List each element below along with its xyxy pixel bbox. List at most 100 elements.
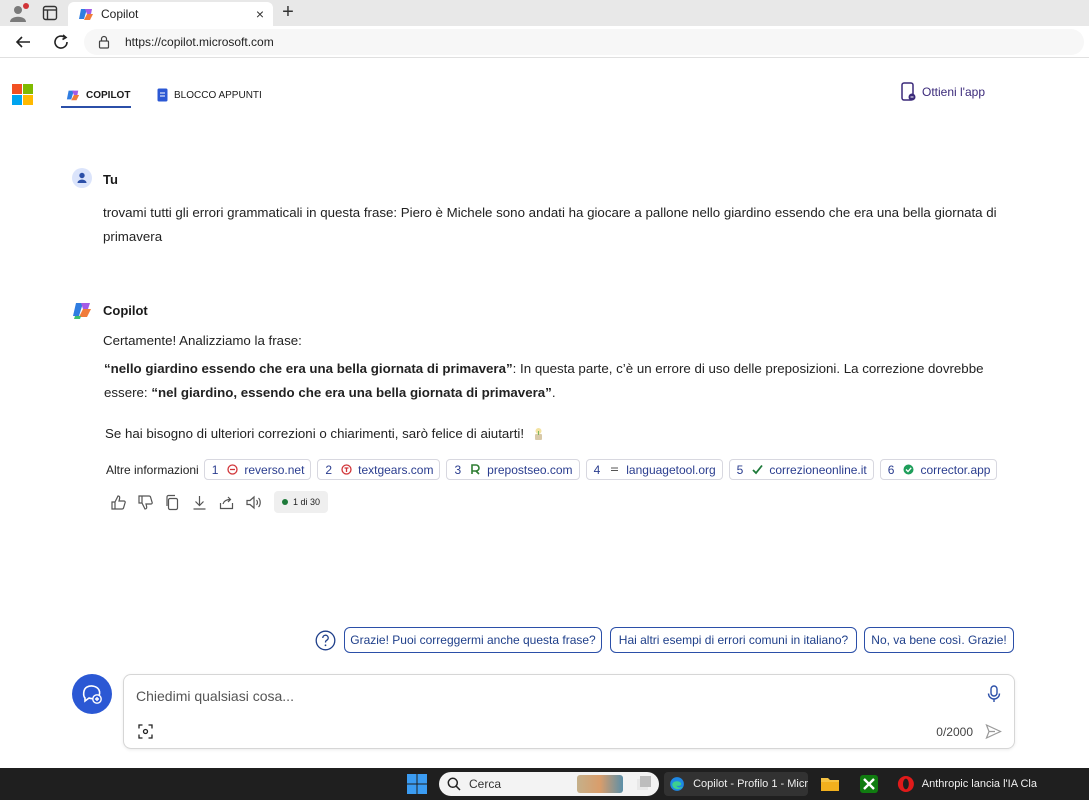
reply-quote: “nello giardino essendo che era una bell… [104, 361, 513, 376]
send-icon[interactable] [985, 723, 1002, 740]
source-number: 4 [593, 462, 601, 477]
chat-input[interactable] [136, 685, 976, 707]
thumbs-up-icon[interactable] [110, 494, 127, 511]
copilot-logo-icon [66, 90, 80, 101]
windows-start-icon[interactable] [406, 773, 428, 795]
reply-closing-text: Se hai bisogno di ulteriori correzioni o… [105, 426, 525, 441]
source-label: prepostseo.com [487, 462, 573, 477]
character-counter: 0/2000 [936, 725, 973, 739]
lock-icon[interactable] [97, 35, 111, 49]
active-tab-indicator [61, 106, 131, 108]
browser-tabstrip: Copilot × + [0, 0, 1089, 26]
source-chip-textgears[interactable]: 2 textgears.com [317, 459, 441, 480]
textgears-icon [341, 464, 352, 475]
taskbar-search[interactable]: Cerca [439, 772, 659, 796]
reply-closing: Se hai bisogno di ulteriori correzioni o… [105, 426, 545, 441]
image-scan-icon[interactable] [138, 724, 153, 739]
url-text: https://copilot.microsoft.com [125, 35, 274, 49]
microsoft-logo-icon[interactable] [12, 84, 33, 105]
source-label: languagetool.org [626, 462, 716, 477]
copilot-favicon-icon [79, 9, 93, 20]
status-dot [282, 499, 288, 505]
source-number: 3 [454, 462, 462, 477]
speaker-icon[interactable] [245, 494, 262, 511]
share-icon[interactable] [218, 494, 235, 511]
tab-notebook[interactable]: BLOCCO APPUNTI [157, 82, 262, 108]
taskbar-app-opera[interactable]: Anthropic lancia l'IA Cla [893, 772, 1037, 796]
new-topic-button[interactable] [72, 674, 112, 714]
prepostseo-icon [471, 464, 480, 475]
thumbs-down-icon[interactable] [137, 494, 154, 511]
source-label: textgears.com [358, 462, 434, 477]
task-view-icon[interactable] [634, 774, 654, 794]
source-chip-corrector[interactable]: 6 corrector.app [879, 459, 998, 480]
new-tab-button[interactable]: + [278, 2, 298, 22]
user-avatar [72, 168, 92, 188]
source-number: 5 [736, 462, 744, 477]
taskbar-opera-label: Anthropic lancia l'IA Cla [921, 778, 1037, 790]
refresh-icon[interactable] [52, 33, 70, 51]
response-counter-badge: 1 di 30 [274, 491, 329, 513]
tab-notebook-label: BLOCCO APPUNTI [174, 89, 262, 101]
taskbar-search-label: Cerca [469, 777, 502, 791]
source-number: 6 [887, 462, 895, 477]
user-name: Tu [103, 172, 118, 187]
notification-dot [23, 3, 29, 9]
sources-label: Altre informazioni [106, 462, 199, 477]
browser-tab-copilot[interactable]: Copilot × [68, 2, 273, 26]
xbox-icon[interactable] [859, 774, 879, 794]
reverso-icon [227, 464, 239, 475]
source-label: correzioneonline.it [769, 462, 867, 477]
tab-actions-icon[interactable] [42, 5, 58, 21]
search-icon [447, 777, 461, 791]
flower-emoji-icon [534, 428, 542, 440]
back-arrow-icon[interactable] [14, 33, 32, 51]
microphone-icon[interactable] [986, 685, 1002, 703]
new-chat-icon [82, 685, 102, 704]
source-number: 1 [211, 462, 219, 477]
get-app-button[interactable]: Ottieni l'app [901, 82, 985, 102]
chat-composer: 0/2000 [123, 674, 1015, 749]
address-bar-row: https://copilot.microsoft.com [0, 26, 1089, 58]
taskbar-edge-label: Copilot - Profilo 1 - Micr [693, 778, 808, 790]
source-label: reverso.net [244, 462, 305, 477]
copy-icon[interactable] [164, 494, 181, 511]
source-chip-correzioneonline[interactable]: 5 correzioneonline.it [728, 459, 874, 480]
copilot-name: Copilot [103, 303, 148, 318]
taskbar-app-edge[interactable]: Copilot - Profilo 1 - Micr [664, 772, 808, 796]
tab-title: Copilot [101, 7, 139, 21]
url-field[interactable]: https://copilot.microsoft.com [84, 29, 1084, 55]
suggestion-chip[interactable]: Grazie! Puoi correggermi anche questa fr… [344, 627, 602, 653]
tab-copilot[interactable]: COPILOT [66, 82, 130, 108]
user-message: trovami tutti gli errori grammaticali in… [103, 205, 997, 244]
file-explorer-icon[interactable] [820, 774, 840, 794]
reply-intro: Certamente! Analizziamo la frase: [103, 333, 302, 348]
tab-close-icon[interactable]: × [256, 6, 264, 22]
languagetool-icon [611, 467, 619, 471]
taskbar: Cerca Copilot - Profilo 1 - Micr Anthrop… [0, 768, 1089, 800]
suggestion-chip[interactable]: No, va bene così. Grazie! [864, 627, 1014, 653]
notebook-icon [157, 88, 168, 102]
person-icon [77, 172, 87, 183]
search-highlight-image [577, 775, 623, 793]
source-chip-prepostseo[interactable]: 3 prepostseo.com [446, 459, 580, 480]
get-app-label: Ottieni l'app [922, 85, 985, 99]
source-chip-reverso[interactable]: 1 reverso.net [203, 459, 312, 480]
response-counter: 1 di 30 [293, 497, 321, 507]
help-icon [315, 630, 336, 651]
reply-correction-point: “nello giardino essendo che era una bell… [104, 357, 1004, 405]
reply-actions: 1 di 30 [110, 491, 329, 513]
source-number: 2 [325, 462, 333, 477]
reply-point-end: . [551, 385, 556, 400]
checkmark-icon [752, 464, 764, 475]
download-icon[interactable] [191, 494, 208, 511]
edge-icon [670, 777, 684, 791]
sources-row: Altre informazioni 1 reverso.net 2 textg… [106, 459, 1003, 480]
source-label: corrector.app [920, 462, 991, 477]
verified-check-icon [903, 464, 914, 475]
suggestion-chip[interactable]: Hai altri esempi di errori comuni in ita… [610, 627, 857, 653]
tab-copilot-label: COPILOT [86, 89, 131, 101]
source-chip-languagetool[interactable]: 4 languagetool.org [585, 459, 723, 480]
opera-icon [897, 775, 914, 793]
reply-fix: “nel giardino, essendo che era una bella… [151, 385, 552, 400]
